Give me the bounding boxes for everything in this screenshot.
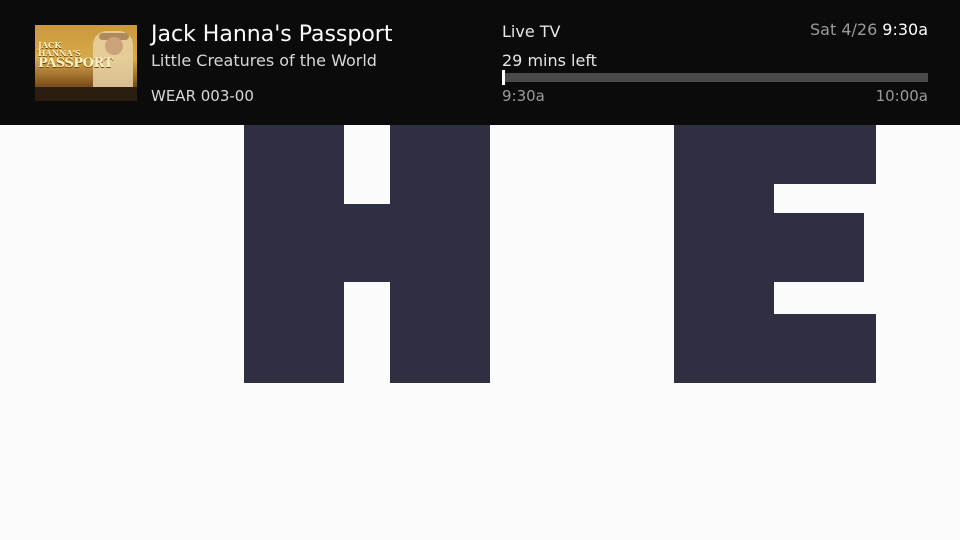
clock-date: Sat 4/26 — [810, 20, 878, 39]
source-label: Live TV — [502, 22, 561, 41]
clock-time: 9:30a — [882, 20, 928, 39]
channel-label: WEAR 003-00 — [151, 87, 254, 105]
program-thumbnail: JACK HANNA'S PASSPORT — [35, 25, 137, 101]
program-title: Jack Hanna's Passport — [151, 22, 393, 47]
episode-title: Little Creatures of the World — [151, 51, 377, 70]
progress-marker — [502, 70, 505, 85]
end-time: 10:00a — [875, 87, 928, 105]
time-remaining: 29 mins left — [502, 51, 597, 70]
thumbnail-logo-line1: JACK HANNA'S — [38, 40, 81, 58]
info-banner: JACK HANNA'S PASSPORT Jack Hanna's Passp… — [0, 0, 960, 125]
clock: Sat 4/26 9:30a — [810, 20, 928, 39]
letter-h-shape — [244, 114, 490, 383]
progress-bar — [502, 70, 928, 85]
thumbnail-logo-line2: PASSPORT — [38, 56, 113, 71]
start-time: 9:30a — [502, 87, 545, 105]
thumbnail-logo: JACK HANNA'S PASSPORT — [38, 40, 113, 71]
letter-e-shape — [674, 114, 876, 383]
